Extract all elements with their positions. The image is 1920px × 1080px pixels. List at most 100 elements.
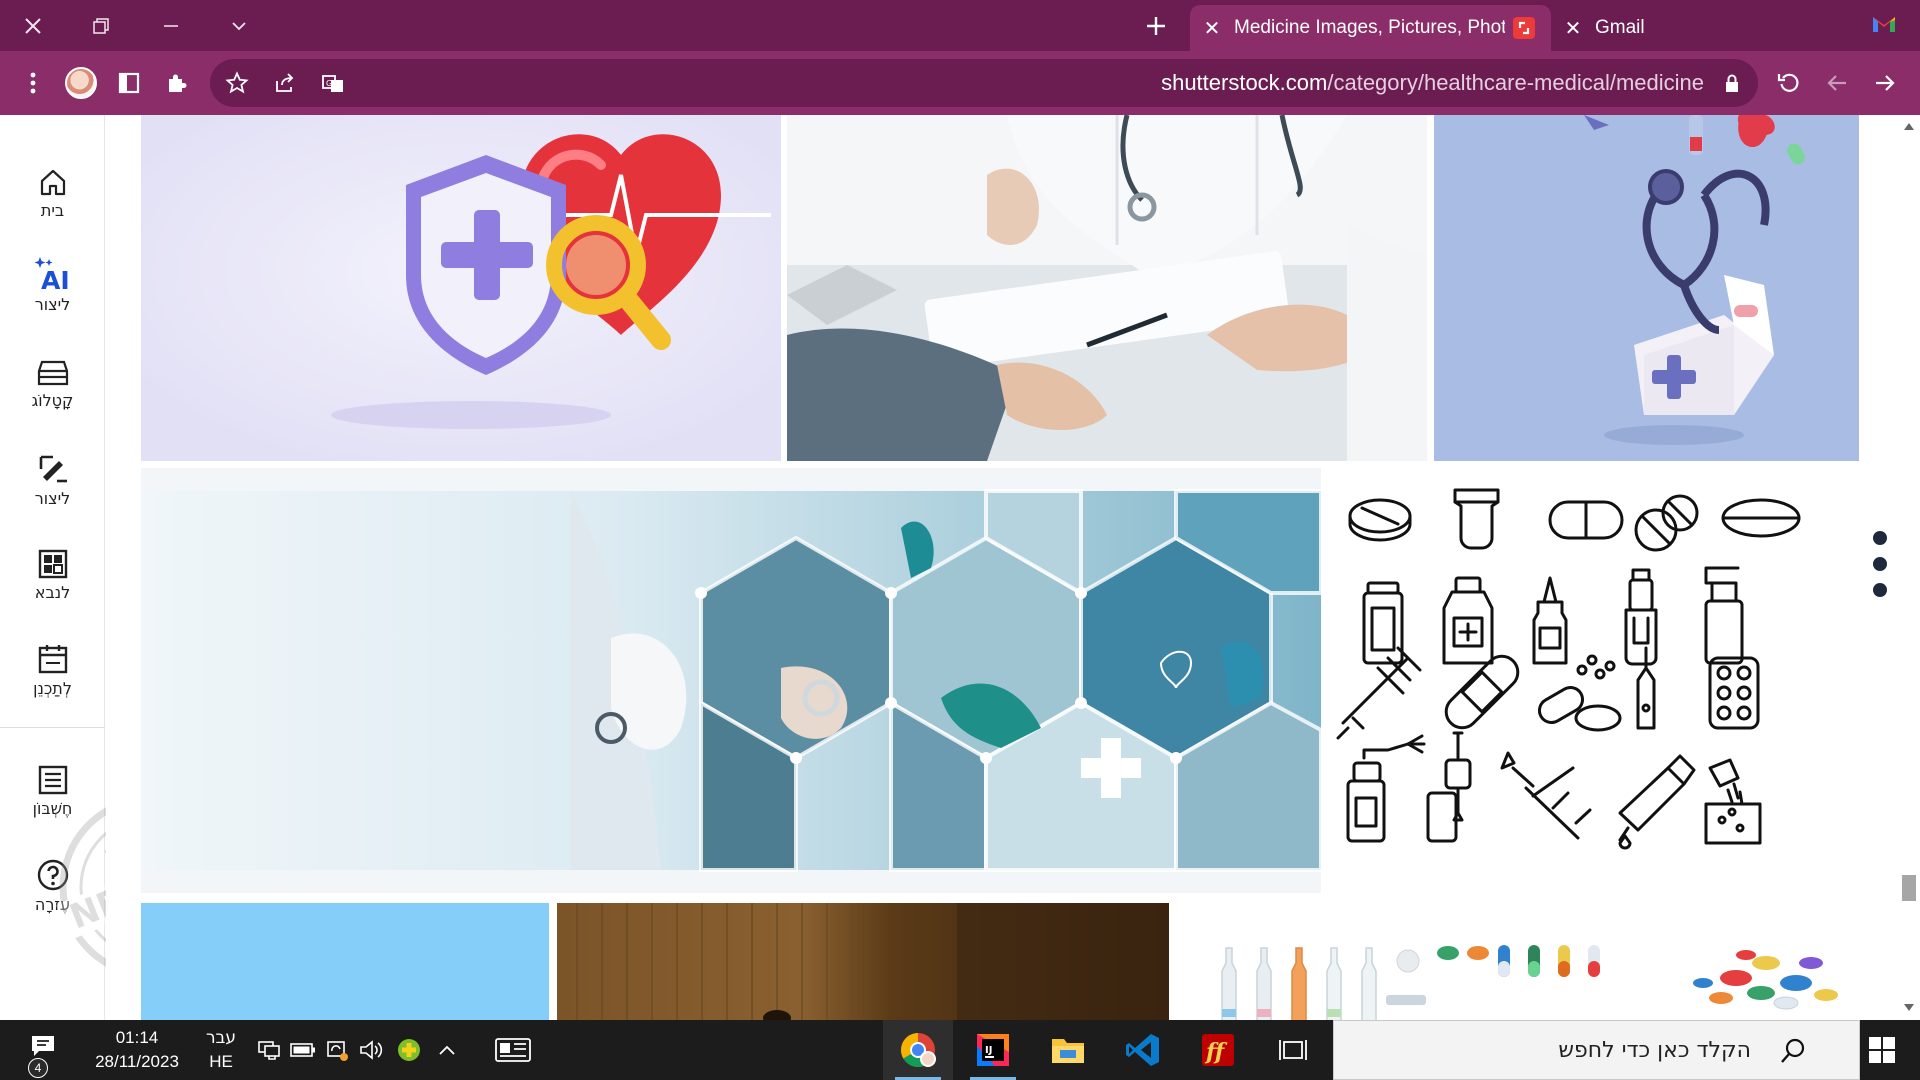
svg-text:IJ: IJ <box>985 1045 992 1056</box>
minimize-icon <box>164 24 178 27</box>
windows-start-icon[interactable] <box>1868 1036 1896 1064</box>
app-sidebar: בית AI ליצור קָטָלוֹג ליצור לנבא לְתַכְנ… <box>0 115 105 1020</box>
share-button[interactable] <box>262 51 308 115</box>
browser-menu-button[interactable] <box>10 51 56 115</box>
sidebar-item-predict[interactable]: לנבא <box>0 539 105 619</box>
notification-count-badge: 4 <box>28 1058 48 1078</box>
gallery-tile-pills-ampoules[interactable] <box>1176 903 1873 1020</box>
ai-sparkle-icon: AI <box>34 257 70 291</box>
search-placeholder: הקלד כאן כדי לחפש <box>1558 1038 1751 1063</box>
tray-netfree[interactable] <box>392 1020 426 1080</box>
calendar-icon <box>38 645 67 674</box>
sidebar-item-ai-create[interactable]: AI ליצור <box>0 251 105 331</box>
url-text[interactable]: shutterstock.com/category/healthcare-med… <box>1161 59 1704 107</box>
sidebar-item-catalog[interactable]: קָטָלוֹג <box>0 347 105 427</box>
vscode-icon <box>1126 1034 1159 1066</box>
netfree-tray-icon <box>398 1039 420 1061</box>
tab-close-icon[interactable]: ✕ <box>1551 16 1595 41</box>
medicine-icon-set-image <box>1336 488 1801 850</box>
address-bar[interactable]: G shutterstock.com/category/healthcare-m… <box>210 59 1758 107</box>
notification-icon <box>32 1036 54 1056</box>
svg-text:AI: AI <box>41 266 70 291</box>
tab-search-button[interactable] <box>206 0 272 51</box>
minimize-window-button[interactable] <box>138 0 204 51</box>
show-hidden-icons-button[interactable] <box>430 1020 464 1080</box>
sidebar-item-label: בית <box>40 201 65 220</box>
star-icon <box>225 71 249 94</box>
puzzle-icon <box>169 74 187 92</box>
gallery-tile-medicine-icons[interactable] <box>1328 468 1873 893</box>
sidebar-item-home[interactable]: בית <box>0 157 105 237</box>
extensions-button[interactable] <box>154 51 200 115</box>
tab-gmail[interactable]: ✕ Gmail <box>1551 5 1920 51</box>
translate-button[interactable]: G <box>310 51 356 115</box>
taskbar-app-vscode[interactable] <box>1108 1020 1178 1080</box>
image-gallery <box>106 115 1900 1020</box>
dashboard-icon <box>38 549 67 579</box>
more-options-icon[interactable] <box>1870 530 1890 600</box>
sidebar-item-label: לְתַכְנֵן <box>33 679 72 698</box>
sidebar-item-help[interactable]: עֶזרָה <box>0 851 105 931</box>
sidebar-item-label: לנבא <box>34 583 71 602</box>
profile-button[interactable] <box>58 51 104 115</box>
news-widget-button[interactable] <box>488 1020 538 1080</box>
sidebar-item-plan[interactable]: לְתַכְנֵן <box>0 635 105 715</box>
filezilla-icon: ff <box>1202 1034 1234 1066</box>
volume-icon <box>360 1040 383 1060</box>
reload-button[interactable] <box>1766 51 1812 115</box>
intellij-icon: IJ <box>977 1034 1009 1066</box>
new-tab-button[interactable] <box>1127 0 1185 51</box>
share-icon <box>276 73 294 92</box>
bookmark-star-button[interactable] <box>214 51 260 115</box>
search-icon <box>1781 1038 1805 1063</box>
list-icon <box>38 765 67 795</box>
sidebar-item-label: ליצור <box>34 489 71 508</box>
language-name: עבר <box>205 1028 237 1048</box>
forward-button[interactable] <box>1814 51 1860 115</box>
taskbar-app-intellij[interactable]: IJ <box>958 1020 1028 1080</box>
language-code: HE <box>209 1052 233 1071</box>
scroll-up-icon[interactable] <box>1903 121 1915 131</box>
windows-taskbar: 4 01:14 28/11/2023 עבר HE IJ ff הקלד כאן… <box>0 1020 1920 1080</box>
clock[interactable]: 01:14 28/11/2023 <box>84 1026 190 1074</box>
svg-text:G: G <box>326 79 332 88</box>
stethoscope-firstaid-image <box>1434 115 1859 461</box>
tray-sync[interactable] <box>320 1020 354 1080</box>
side-panel-button[interactable] <box>106 51 152 115</box>
gallery-tile-doctor-consultation[interactable] <box>787 115 1427 461</box>
battery-icon <box>290 1043 315 1057</box>
tab-close-icon[interactable]: ✕ <box>1190 16 1234 41</box>
gallery-tile-blue[interactable] <box>141 903 549 1020</box>
tab-shutterstock[interactable]: ✕ Medicine Images, Pictures, Photo <box>1190 5 1551 51</box>
sidebar-item-label: ליצור <box>34 295 71 314</box>
arrow-right-icon <box>1876 75 1895 91</box>
sidebar-item-create[interactable]: ליצור <box>0 445 105 525</box>
taskbar-app-chrome[interactable] <box>883 1020 953 1080</box>
notification-center-button[interactable]: 4 <box>28 1034 56 1078</box>
browser-titlebar: ✕ Medicine Images, Pictures, Photo ✕ Gma… <box>0 0 1920 51</box>
scroll-down-icon[interactable] <box>1903 1003 1915 1013</box>
restore-window-button[interactable] <box>68 0 134 51</box>
gallery-tile-wood[interactable] <box>557 903 1169 1020</box>
taskbar-app-file-explorer[interactable] <box>1033 1020 1103 1080</box>
tray-network[interactable] <box>252 1020 286 1080</box>
scrollbar-thumb[interactable] <box>1902 875 1916 901</box>
taskbar-search[interactable]: הקלד כאן כדי לחפש <box>1333 1020 1860 1080</box>
tray-battery[interactable] <box>286 1020 320 1080</box>
arrow-left-icon <box>1827 75 1846 91</box>
page-scrollbar[interactable] <box>1898 115 1920 1020</box>
taskbar-task-view[interactable] <box>1258 1020 1328 1080</box>
back-button[interactable] <box>1862 51 1908 115</box>
news-icon <box>495 1038 531 1062</box>
catalog-icon <box>37 360 68 386</box>
gallery-tile-medical-collage[interactable] <box>141 468 1321 893</box>
medical-hexagon-collage-image <box>141 468 1321 893</box>
sidebar-item-account[interactable]: חֶשְׁבּוֹן <box>0 755 105 835</box>
taskbar-app-filezilla[interactable]: ff <box>1183 1020 1253 1080</box>
edit-icon <box>39 455 67 483</box>
gallery-tile-heart-shield[interactable] <box>141 115 781 461</box>
tray-volume[interactable] <box>354 1020 388 1080</box>
gallery-tile-stethoscope-firstaid[interactable] <box>1434 115 1859 461</box>
input-language-indicator[interactable]: עבר HE <box>196 1026 246 1074</box>
close-window-button[interactable] <box>0 0 66 51</box>
